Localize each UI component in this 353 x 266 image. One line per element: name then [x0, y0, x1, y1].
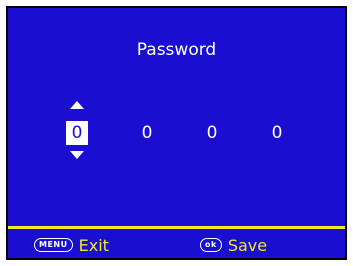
save-label: Save — [227, 235, 268, 255]
password-screen: Password 0 0 0 0 MENU Exit ok Save — [6, 6, 347, 260]
password-digit-4[interactable]: 0 — [266, 121, 288, 145]
exit-label: Exit — [78, 235, 109, 255]
menu-key-icon: MENU — [34, 238, 73, 252]
screen-title: Password — [136, 40, 217, 60]
footer-divider — [8, 226, 345, 229]
password-digit-3[interactable]: 0 — [201, 121, 223, 145]
password-digit-2[interactable]: 0 — [136, 121, 158, 145]
save-button[interactable]: ok Save — [200, 232, 267, 258]
up-arrow-icon[interactable] — [70, 101, 84, 109]
password-digit-1[interactable]: 0 — [66, 121, 88, 145]
ok-key-icon: ok — [200, 238, 222, 252]
exit-button[interactable]: MENU Exit — [34, 232, 109, 258]
down-arrow-icon[interactable] — [70, 151, 84, 159]
